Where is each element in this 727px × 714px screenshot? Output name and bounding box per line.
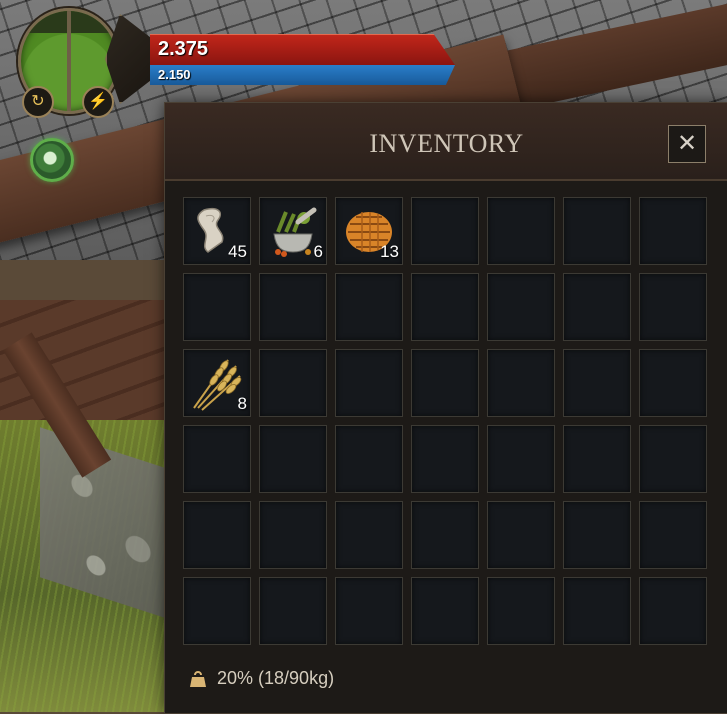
item-quantity: 8 [237, 394, 247, 413]
inventory-slot-empty[interactable] [335, 349, 403, 417]
inventory-slot-empty[interactable] [563, 273, 631, 341]
inventory-slot-cloth[interactable]: 45 [183, 197, 251, 265]
inventory-slot-empty[interactable] [335, 577, 403, 645]
inventory-slot-empty[interactable] [487, 577, 555, 645]
inventory-slot-empty[interactable] [411, 501, 479, 569]
inventory-slot-empty[interactable] [259, 425, 327, 493]
weight-icon [190, 670, 206, 687]
inventory-slot-empty[interactable] [639, 197, 707, 265]
inventory-slot-empty[interactable] [411, 197, 479, 265]
weight-text: 20% (18/90kg) [217, 668, 335, 688]
mana-value: 2.150 [158, 67, 191, 82]
weight-indicator: 20% (18/90kg) [189, 668, 334, 689]
item-quantity: 13 [380, 242, 399, 261]
inventory-slot-empty[interactable] [563, 425, 631, 493]
item-quantity: 6 [313, 242, 323, 261]
inventory-slot-empty[interactable] [487, 425, 555, 493]
inventory-slot-empty[interactable] [639, 349, 707, 417]
close-icon: ✕ [676, 130, 698, 157]
inventory-slot-empty[interactable] [259, 577, 327, 645]
inventory-slot-herb-mortar[interactable]: 6 [259, 197, 327, 265]
buff-icon[interactable] [30, 138, 74, 182]
inventory-slot-empty[interactable] [563, 349, 631, 417]
inventory-slot-empty[interactable] [563, 577, 631, 645]
inventory-slot-empty[interactable] [259, 501, 327, 569]
inventory-slot-empty[interactable] [183, 273, 251, 341]
inventory-slot-empty[interactable] [487, 273, 555, 341]
inventory-slot-empty[interactable] [259, 273, 327, 341]
inventory-slot-empty[interactable] [563, 197, 631, 265]
inventory-slot-empty[interactable] [487, 349, 555, 417]
inventory-header: INVENTORY ✕ [165, 103, 727, 181]
inventory-slot-empty[interactable] [411, 349, 479, 417]
inventory-slot-empty[interactable] [639, 577, 707, 645]
inventory-slot-empty[interactable] [639, 425, 707, 493]
inventory-slot-empty[interactable] [335, 273, 403, 341]
inventory-slot-empty[interactable] [183, 577, 251, 645]
inventory-slot-empty[interactable] [183, 501, 251, 569]
inventory-slot-orange-hide[interactable]: 13 [335, 197, 403, 265]
inventory-slot-empty[interactable] [335, 425, 403, 493]
inventory-slot-empty[interactable] [411, 577, 479, 645]
inventory-slot-wheat[interactable]: 8 [183, 349, 251, 417]
inventory-slot-empty[interactable] [639, 273, 707, 341]
close-button[interactable]: ✕ [668, 125, 706, 163]
inventory-grid: 45 6 13 8 [183, 197, 707, 645]
mana-bar: 2.150 [150, 65, 455, 85]
inventory-slot-empty[interactable] [335, 501, 403, 569]
health-bar: 2.375 [150, 34, 455, 65]
item-quantity: 45 [228, 242, 247, 261]
health-value: 2.375 [158, 38, 209, 60]
inventory-title: INVENTORY [369, 129, 524, 158]
inventory-slot-empty[interactable] [487, 501, 555, 569]
swap-icon[interactable]: ↻ [22, 86, 54, 118]
inventory-slot-empty[interactable] [411, 425, 479, 493]
lightning-icon[interactable]: ⚡ [82, 86, 114, 118]
inventory-slot-empty[interactable] [183, 425, 251, 493]
inventory-slot-empty[interactable] [487, 197, 555, 265]
inventory-slot-empty[interactable] [639, 501, 707, 569]
inventory-slot-empty[interactable] [411, 273, 479, 341]
inventory-panel: INVENTORY ✕ 45 6 13 8 20% (18/90kg) [164, 102, 727, 714]
inventory-slot-empty[interactable] [259, 349, 327, 417]
inventory-slot-empty[interactable] [563, 501, 631, 569]
